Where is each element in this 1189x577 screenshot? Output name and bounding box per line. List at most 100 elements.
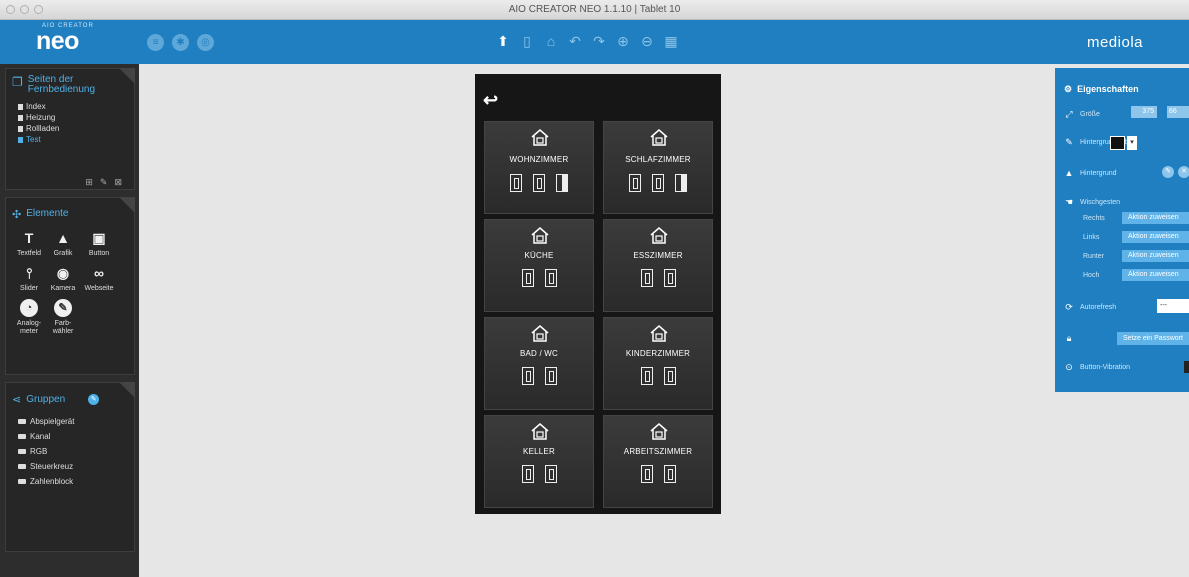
door-icon[interactable] [544, 465, 557, 483]
button-icon: ▣ [92, 230, 106, 246]
panel-collapse-corner[interactable] [119, 382, 135, 398]
room-tile[interactable]: SCHLAFZIMMER [603, 121, 713, 214]
gesture-action-links-button[interactable]: Aktion zuweisen [1122, 231, 1189, 243]
house-icon [650, 129, 668, 146]
element-button[interactable]: ▣ Button [80, 229, 118, 258]
room-tile-label: KÜCHE [524, 251, 554, 260]
room-tile-label: ARBEITSZIMMER [623, 447, 693, 456]
door-icon[interactable] [663, 269, 676, 287]
folder-icon [18, 449, 26, 454]
group-item[interactable]: Steuerkreuz [18, 459, 134, 474]
door-icon[interactable] [556, 174, 568, 192]
room-tile[interactable]: KELLER [484, 415, 594, 508]
element-webseite[interactable]: ∞ Webseite [80, 264, 118, 293]
group-item[interactable]: Kanal [18, 429, 134, 444]
redo-icon[interactable]: ↷ [592, 33, 606, 49]
room-tile[interactable]: BAD / WC [484, 317, 594, 410]
door-icon[interactable] [629, 174, 641, 192]
device-canvas[interactable]: ↩ WOHNZIMMER SCHLAFZIMMER KÜCHE ESSZIMMER BA… [475, 74, 721, 514]
gesture-action-hoch-button[interactable]: Aktion zuweisen [1122, 269, 1189, 281]
bg-color-swatch[interactable] [1110, 136, 1125, 150]
room-tile[interactable]: ARBEITSZIMMER [603, 415, 713, 508]
door-icon[interactable] [533, 174, 545, 192]
door-icon[interactable] [544, 367, 557, 385]
edit-background-icon[interactable]: ✎ [1162, 166, 1174, 178]
door-icon[interactable] [510, 174, 522, 192]
room-tile[interactable]: ESSZIMMER [603, 219, 713, 312]
group-item[interactable]: RGB [18, 444, 134, 459]
back-arrow-icon[interactable]: ↩ [483, 90, 498, 111]
door-icon[interactable] [675, 174, 687, 192]
gesture-action-runter-button[interactable]: Aktion zuweisen [1122, 250, 1189, 262]
undo-icon[interactable]: ↶ [568, 33, 582, 49]
password-row: 🔒︎ [1064, 333, 1074, 344]
group-item[interactable]: Zahlenblock [18, 474, 134, 489]
autorefresh-select[interactable]: --- [1157, 299, 1189, 313]
page-item-test[interactable]: Test [18, 134, 134, 145]
zoom-in-icon[interactable]: ⊕ [616, 33, 630, 49]
menu-icon[interactable]: ≡ [147, 34, 164, 51]
add-page-icon[interactable]: ⊞ [85, 177, 93, 188]
elements-panel-header: ✣ Elemente [6, 198, 134, 225]
page-item-heizung[interactable]: Heizung [18, 112, 134, 123]
door-icon[interactable] [521, 465, 534, 483]
toolbar-left-group: ≡ ✱ ◎ [147, 34, 214, 51]
page-icon [18, 136, 23, 143]
bg-color-dropdown-icon[interactable]: ▾ [1127, 136, 1137, 150]
room-tile-label: BAD / WC [519, 349, 559, 358]
vibration-icon: ⊙ [1065, 362, 1073, 372]
folder-icon [18, 434, 26, 439]
door-icon[interactable] [544, 269, 557, 287]
folder-icon [18, 464, 26, 469]
group-item[interactable]: Abspielgerät [18, 414, 134, 429]
room-door-controls [485, 269, 593, 287]
set-password-button[interactable]: Setze ein Passwort [1117, 332, 1189, 345]
element-grafik[interactable]: ▲ Grafik [46, 229, 80, 258]
panel-collapse-corner[interactable] [119, 68, 135, 84]
door-icon[interactable] [652, 174, 664, 192]
door-icon[interactable] [640, 367, 653, 385]
delete-page-icon[interactable]: ⊠ [114, 177, 122, 188]
background-row: ▲ Hintergrund [1064, 168, 1117, 178]
zoom-out-icon[interactable]: ⊖ [640, 33, 654, 49]
room-tile[interactable]: KÜCHE [484, 219, 594, 312]
panel-collapse-corner[interactable] [119, 197, 135, 213]
door-icon[interactable] [640, 465, 653, 483]
room-tile[interactable]: WOHNZIMMER [484, 121, 594, 214]
door-icon[interactable] [521, 367, 534, 385]
house-icon [650, 227, 668, 244]
door-icon[interactable] [663, 367, 676, 385]
tablet-icon[interactable]: ▯ [520, 33, 534, 49]
door-icon[interactable] [663, 465, 676, 483]
grid-icon[interactable]: ▦ [664, 33, 678, 49]
page-item-index[interactable]: Index [18, 101, 134, 112]
app-logo: AIO CREATOR neo [36, 23, 94, 54]
element-farbwaehler[interactable]: ✎ Farb- wähler [46, 299, 80, 336]
door-icon[interactable] [640, 269, 653, 287]
element-kamera[interactable]: ◉ Kamera [46, 264, 80, 293]
door-icon[interactable] [521, 269, 534, 287]
edit-groups-icon[interactable]: ✎ [88, 394, 100, 405]
globe-icon[interactable]: ◎ [197, 34, 214, 51]
vibration-row: ⊙ Button-Vibration [1065, 362, 1131, 372]
gesture-action-rechts-button[interactable]: Aktion zuweisen [1122, 212, 1189, 224]
vibration-toggle[interactable] [1184, 361, 1189, 373]
upload-icon[interactable]: ⬆ [496, 33, 510, 49]
home-icon[interactable]: ⌂ [544, 33, 558, 49]
element-analogmeter[interactable]: ◔ Analog- meter [12, 299, 46, 336]
groups-list: Abspielgerät Kanal RGB Steuerkreuz Zahle… [6, 410, 134, 489]
size-height-input[interactable]: 66 [1167, 106, 1189, 118]
pages-list: Index Heizung Rollladen Test [6, 99, 134, 145]
page-item-rollladen[interactable]: Rollladen [18, 123, 134, 134]
settings-icon[interactable]: ✱ [172, 34, 189, 51]
remove-background-icon[interactable]: ✕ [1178, 166, 1189, 178]
window-titlebar: AIO CREATOR NEO 1.1.10 | Tablet 10 [0, 0, 1189, 20]
element-slider[interactable]: ⫯ Slider [12, 264, 46, 293]
element-textfeld[interactable]: T Textfeld [12, 229, 46, 258]
edit-page-icon[interactable]: ✎ [100, 177, 108, 188]
groups-panel: ⋖ Gruppen ✎ Abspielgerät Kanal RGB Steue… [5, 382, 135, 552]
room-tile-label: ESSZIMMER [633, 251, 683, 260]
room-tile[interactable]: KINDERZIMMER [603, 317, 713, 410]
toolbar-center-group: ⬆ ▯ ⌂ ↶ ↷ ⊕ ⊖ ▦ [496, 33, 678, 49]
size-width-input[interactable]: 375 [1131, 106, 1157, 118]
